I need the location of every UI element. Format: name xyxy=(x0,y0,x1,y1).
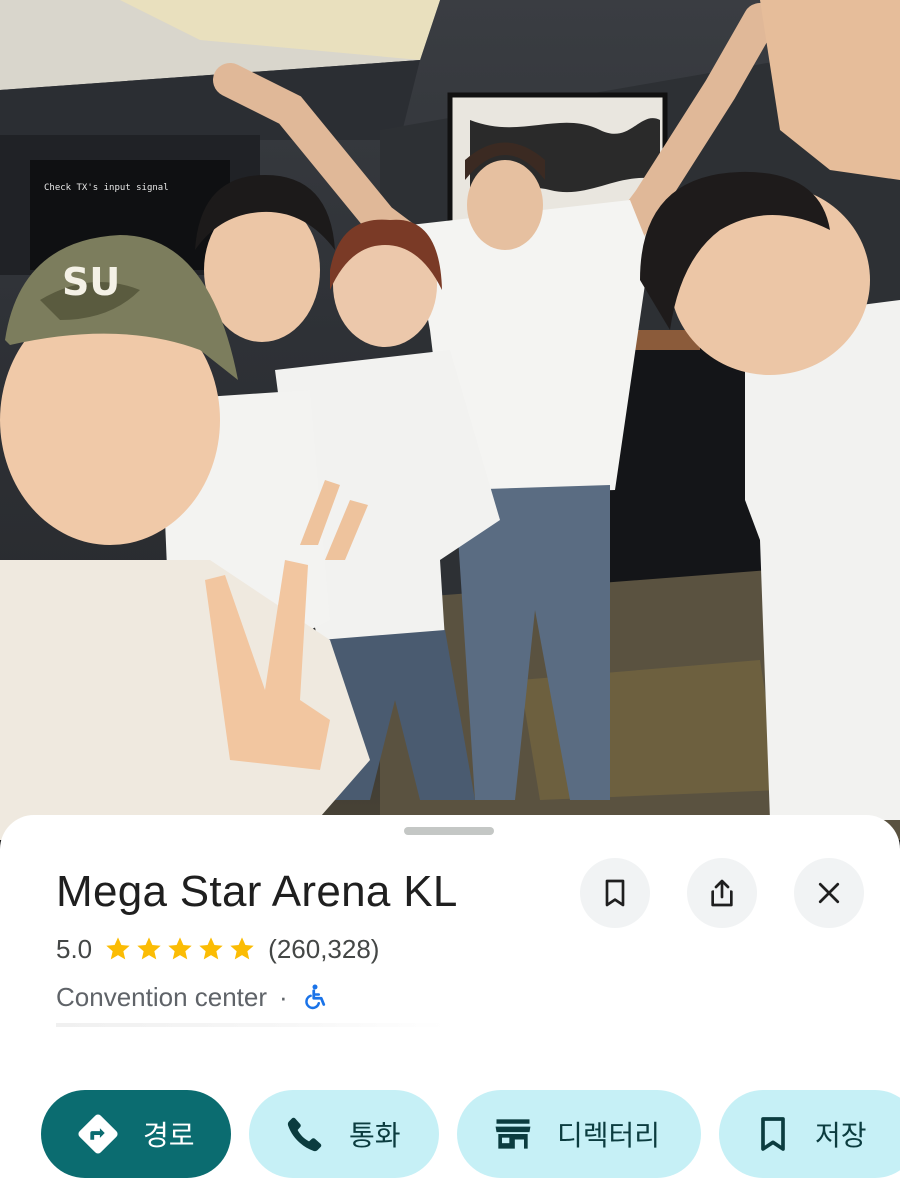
phone-icon xyxy=(287,1117,322,1152)
star-icon xyxy=(137,937,161,960)
directions-button[interactable]: 경로 xyxy=(41,1090,231,1178)
save-label: 저장 xyxy=(815,1120,867,1151)
place-sheet[interactable]: Mega Star Arena KL 5.0 (260,328) Convent… xyxy=(0,815,900,1200)
star-icon xyxy=(168,937,192,960)
call-button[interactable]: 통화 xyxy=(249,1090,439,1178)
wheelchair-accessible-icon xyxy=(304,984,325,1010)
bookmark-icon xyxy=(605,879,625,907)
save-place-button[interactable] xyxy=(580,858,650,928)
rating-value: 5.0 xyxy=(56,933,93,964)
info-divider xyxy=(56,1023,446,1027)
cap-text: SU xyxy=(62,260,120,304)
call-label: 통화 xyxy=(349,1120,401,1151)
star-icon xyxy=(199,937,223,960)
place-photo[interactable]: Check TX's input signal SU xyxy=(0,0,900,840)
bookmark-icon xyxy=(761,1117,785,1151)
separator-dot: · xyxy=(279,981,288,1012)
drag-handle[interactable] xyxy=(404,827,494,835)
directory-label: 디렉터리 xyxy=(557,1120,661,1151)
place-category: Convention center xyxy=(56,981,268,1012)
share-icon xyxy=(711,879,733,907)
monitor-text: Check TX's input signal xyxy=(44,183,169,193)
place-title: Mega Star Arena KL xyxy=(56,867,458,916)
directory-button[interactable]: 디렉터리 xyxy=(457,1090,701,1178)
close-icon xyxy=(818,882,840,904)
review-count: (260,328) xyxy=(268,933,380,964)
category-row: Convention center · xyxy=(56,980,330,1014)
star-rating xyxy=(104,935,256,963)
share-button[interactable] xyxy=(687,858,757,928)
storefront-icon xyxy=(495,1119,531,1149)
close-button[interactable] xyxy=(794,858,864,928)
save-button[interactable]: 저장 xyxy=(719,1090,900,1178)
star-icon xyxy=(106,937,130,960)
directions-icon xyxy=(78,1114,118,1154)
group-photo-illustration: Check TX's input signal SU xyxy=(0,0,900,840)
directions-label: 경로 xyxy=(143,1120,195,1151)
rating-row[interactable]: 5.0 (260,328) xyxy=(56,933,379,965)
star-icon xyxy=(230,937,254,960)
